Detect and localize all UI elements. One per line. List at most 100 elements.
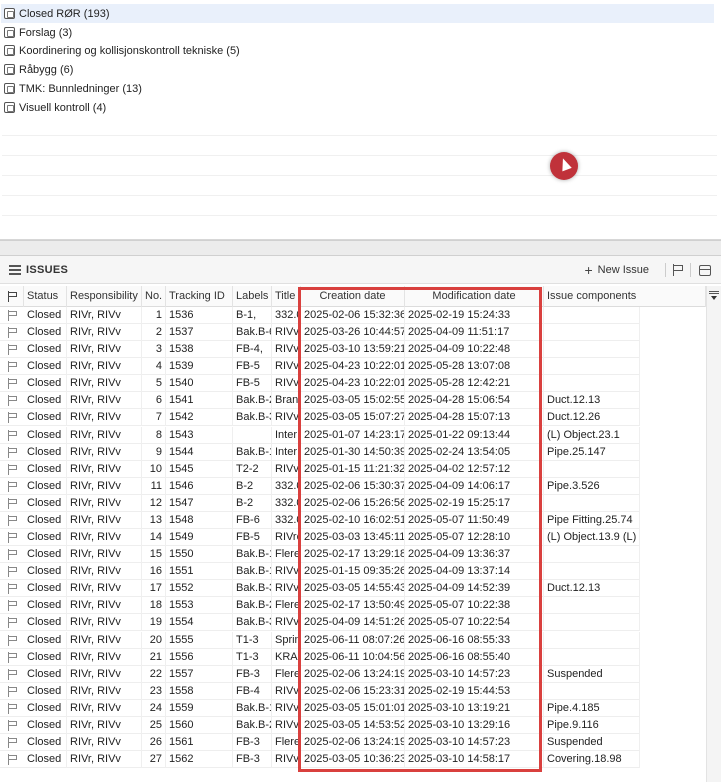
row-separator bbox=[2, 175, 717, 176]
table-row[interactable]: Closed RIVr, RIVv 23 1558 FB-4 RIVv 2025-02-06… bbox=[0, 682, 640, 700]
cell-tracking-id: 1552 bbox=[166, 580, 233, 598]
row-flag-icon[interactable] bbox=[8, 395, 18, 407]
table-row[interactable]: Closed RIVr, RIVv 4 1539 FB-5 RIVv 2025-04-23 … bbox=[0, 358, 640, 376]
cell-no: 27 bbox=[142, 751, 166, 769]
topic-item[interactable]: Råbygg (6) bbox=[4, 60, 73, 79]
row-flag-icon[interactable] bbox=[8, 480, 18, 492]
cell-no: 15 bbox=[142, 546, 166, 564]
table-row[interactable]: Closed RIVr, RIVv 19 1554 Bak.B-3 RIVv 2025-04… bbox=[0, 614, 640, 632]
cell-responsibility: RIVr, RIVv bbox=[67, 631, 142, 649]
row-flag-icon[interactable] bbox=[8, 600, 18, 612]
column-header-responsibility[interactable]: Responsibility bbox=[67, 286, 142, 307]
topic-item[interactable]: Visuell kontroll (4) bbox=[4, 98, 106, 117]
table-row[interactable]: Closed RIVr, RIVv 2 1537 Bak.B-6 RIVv 2025-03-… bbox=[0, 324, 640, 342]
table-row[interactable]: Closed RIVr, RIVv 26 1561 FB-3 Flere 2025-02-0… bbox=[0, 734, 640, 751]
table-row[interactable]: Closed RIVr, RIVv 15 1550 Bak.B-1 Flere 2025-0… bbox=[0, 546, 640, 564]
column-header-tracking-id[interactable]: Tracking ID bbox=[166, 286, 233, 307]
topic-item[interactable]: Closed RØR (193) bbox=[1, 4, 714, 23]
row-flag-icon[interactable] bbox=[8, 617, 18, 629]
table-row[interactable]: Closed RIVr, RIVv 17 1552 Bak.B-3 RIVv 2025-03… bbox=[0, 580, 640, 598]
column-header-status[interactable]: Status bbox=[24, 286, 67, 307]
cell-title: RIVv bbox=[272, 375, 301, 393]
table-row[interactable]: Closed RIVr, RIVv 3 1538 FB-4, RIVv 2025-03-10… bbox=[0, 341, 640, 359]
cell-title: 332.0 bbox=[272, 307, 301, 324]
table-row[interactable]: Closed RIVr, RIVv 7 1542 Bak.B-3 RIVv 2025-03-… bbox=[0, 409, 640, 427]
table-row[interactable]: Closed RIVr, RIVv 25 1560 Bak.B-2 RIVv 2025-03… bbox=[0, 716, 640, 734]
panel-splitter[interactable] bbox=[0, 240, 721, 256]
table-row[interactable]: Closed RIVr, RIVv 12 1547 B-2 332.0 2025-02-06… bbox=[0, 494, 640, 512]
table-row[interactable]: Closed RIVr, RIVv 20 1555 T1-3 Sprin 2025-06-1… bbox=[0, 631, 640, 649]
row-flag-icon[interactable] bbox=[8, 327, 18, 339]
cell-no: 3 bbox=[142, 341, 166, 359]
column-header-flag[interactable] bbox=[0, 286, 24, 307]
row-flag-icon[interactable] bbox=[8, 310, 18, 321]
table-row[interactable]: ClosedRIVr, RIVv211556T1-3KRAS2025-06-11… bbox=[0, 648, 640, 666]
panel-layout-icon[interactable] bbox=[699, 264, 711, 276]
cell-status: Closed bbox=[24, 751, 67, 769]
row-flag-icon[interactable] bbox=[8, 685, 18, 697]
column-header-creation-date[interactable]: Creation date bbox=[301, 286, 405, 307]
row-flag-icon[interactable] bbox=[8, 446, 18, 458]
flag-filter-icon[interactable] bbox=[672, 264, 684, 276]
row-flag-icon[interactable] bbox=[8, 378, 18, 390]
table-row[interactable]: Closed RIVr, RIVv 22 1557 FB-3 Flere 2025-02-0… bbox=[0, 665, 640, 683]
column-header-title[interactable]: Title bbox=[272, 286, 301, 307]
cell-created: 2025-02-06 13:24:19 bbox=[301, 665, 405, 683]
row-flag-icon[interactable] bbox=[8, 412, 18, 424]
row-flag-icon[interactable] bbox=[8, 668, 18, 680]
column-header-labels[interactable]: Labels bbox=[233, 286, 272, 307]
cell-tracking-id: 1550 bbox=[166, 546, 233, 564]
cell-modified: 2025-06-16 08:55:40 bbox=[405, 648, 544, 666]
topic-label: Koordinering og kollisjonskontroll tekni… bbox=[19, 44, 240, 57]
cell-responsibility: RIVr, RIVv bbox=[67, 580, 142, 598]
row-flag-icon[interactable] bbox=[8, 583, 18, 595]
table-row[interactable]: Closed RIVr, RIVv 27 1562 FB-3 RIVv 2025-03-05… bbox=[0, 751, 640, 769]
row-flag-icon[interactable] bbox=[8, 702, 18, 714]
new-issue-label: New Issue bbox=[597, 264, 649, 276]
column-header-issue-components[interactable]: Issue components bbox=[544, 286, 706, 307]
cell-modified: 2025-04-28 15:06:54 bbox=[405, 392, 544, 410]
table-row[interactable]: Closed RIVr, RIVv 11 1546 B-2 332.0 2025-02-06… bbox=[0, 477, 640, 495]
topic-item[interactable]: Koordinering og kollisjonskontroll tekni… bbox=[4, 41, 240, 60]
table-row[interactable]: Closed RIVr, RIVv 18 1553 Bak.B-2 Flere 2025-0… bbox=[0, 597, 640, 615]
row-flag-icon[interactable] bbox=[8, 566, 18, 578]
row-flag-icon[interactable] bbox=[8, 532, 18, 544]
table-row[interactable]: Closed RIVr, RIVv 13 1548 FB-6 332.0 2025-02-1… bbox=[0, 511, 640, 529]
table-row[interactable]: Closed RIVr, RIVv 6 1541 Bak.B-2 Bran 2025-03-… bbox=[0, 392, 640, 410]
table-row[interactable]: Closed RIVr, RIVv 24 1559 Bak.B-1 RIVv 2025-03… bbox=[0, 699, 640, 717]
cell-responsibility: RIVr, RIVv bbox=[67, 597, 142, 615]
table-scroll-gutter[interactable] bbox=[706, 286, 721, 782]
cell-modified: 2025-06-16 08:55:33 bbox=[405, 631, 544, 649]
row-flag-icon[interactable] bbox=[8, 549, 18, 561]
cell-labels: T1-3 bbox=[233, 648, 272, 666]
topic-item[interactable]: Forslag (3) bbox=[4, 23, 72, 42]
row-flag-icon[interactable] bbox=[8, 429, 18, 441]
row-flag-icon[interactable] bbox=[8, 361, 18, 373]
table-row[interactable]: Closed RIVr, RIVv 9 1544 Bak.B-1 Inter 2025-01… bbox=[0, 443, 640, 461]
table-row[interactable]: Closed RIVr, RIVv 16 1551 Bak.B-1 RIVv 2025-01… bbox=[0, 563, 640, 581]
column-header-modification-date[interactable]: Modification date bbox=[405, 286, 544, 307]
row-flag-icon[interactable] bbox=[8, 497, 18, 509]
table-row[interactable]: Closed RIVr, RIVv 1 1536 B-1, 332.0 2025-02-06… bbox=[0, 307, 640, 324]
row-flag-icon[interactable] bbox=[8, 719, 18, 731]
topic-label: Visuell kontroll (4) bbox=[19, 101, 107, 114]
cell-components: Pipe.25.147 bbox=[544, 443, 640, 461]
row-flag-icon[interactable] bbox=[8, 634, 18, 646]
cell-labels: Bak.B-2 bbox=[233, 716, 272, 734]
row-flag-icon[interactable] bbox=[8, 737, 18, 748]
cell-modified: 2025-04-09 13:37:14 bbox=[405, 563, 544, 581]
topic-item[interactable]: TMK: Bunnledninger (13) bbox=[4, 79, 142, 98]
table-row[interactable]: Closed RIVr, RIVv 14 1549 FB-5 RIVre 2025-03-0… bbox=[0, 529, 640, 547]
new-issue-button[interactable]: + New Issue bbox=[584, 262, 649, 278]
row-flag-icon[interactable] bbox=[8, 651, 18, 663]
table-row[interactable]: Closed RIVr, RIVv 10 1545 T2-2 RIVv 2025-01-15… bbox=[0, 460, 640, 478]
row-flag-icon[interactable] bbox=[8, 344, 18, 356]
table-row[interactable]: Closed RIVr, RIVv 8 1543 Inter 2025-01-07 14:… bbox=[0, 426, 640, 444]
row-flag-icon[interactable] bbox=[8, 514, 18, 526]
column-chooser-icon[interactable] bbox=[709, 291, 719, 300]
table-row[interactable]: Closed RIVr, RIVv 5 1540 FB-5 RIVv 2025-04-23 … bbox=[0, 375, 640, 393]
row-flag-icon[interactable] bbox=[8, 463, 18, 475]
row-flag-icon[interactable] bbox=[8, 754, 18, 766]
column-header-no[interactable]: No. bbox=[142, 286, 166, 307]
cell-labels: Bak.B-1 bbox=[233, 699, 272, 717]
